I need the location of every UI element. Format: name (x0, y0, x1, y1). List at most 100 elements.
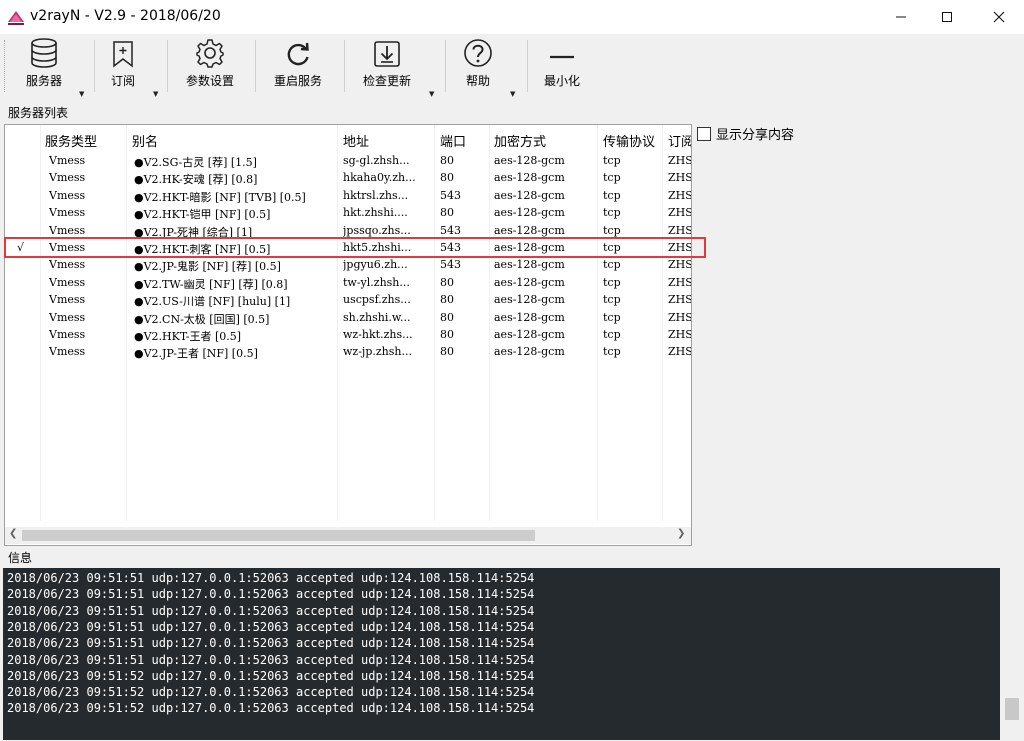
row-subscription: ZHS (668, 275, 692, 289)
servers-dropdown-arrow[interactable]: ▼ (79, 90, 84, 98)
table-row[interactable]: Vmess ●V2.JP-王者 [NF] [0.5] wz-jp.zhsh... 80… (5, 344, 691, 361)
row-subscription: ZHS (668, 258, 692, 272)
row-security: aes-128-gcm (494, 328, 565, 341)
column-header-port[interactable]: 端口 (440, 131, 466, 150)
toolbar-grip[interactable] (4, 40, 8, 92)
row-alias: ●V2.JP-王者 [NF] [0.5] (134, 347, 258, 361)
subscription-dropdown-arrow[interactable]: ▼ (153, 90, 158, 98)
row-address: wz-jp.zhsh... (343, 345, 412, 359)
row-port: 80 (440, 293, 454, 307)
row-subscription: ZHS (668, 328, 692, 341)
row-alias: ●V2.SG-古灵 [荐] [1.5] (134, 156, 257, 169)
download-icon (374, 41, 400, 67)
check-update-dropdown-arrow[interactable]: ▼ (429, 90, 434, 98)
log-scrollbar-thumb[interactable] (1005, 698, 1019, 720)
row-address: uscpsf.zhs... (343, 293, 411, 307)
v2rayn-logo-icon[interactable] (7, 8, 25, 26)
row-subscription: ZHS (668, 293, 692, 307)
row-port: 80 (440, 171, 454, 185)
table-row[interactable]: Vmess ●V2.JP-鬼影 [NF] [荐] [0.5] jpgyu6.zh.… (5, 257, 691, 274)
table-row[interactable]: Vmess ●V2.HK-安魂 [荐] [0.8] hkaha0y.zh... 80 a… (5, 170, 691, 187)
column-header-security[interactable]: 加密方式 (494, 131, 546, 150)
row-network: tcp (603, 206, 621, 220)
help-dropdown-arrow[interactable]: ▼ (510, 90, 515, 98)
row-alias: ●V2.US-川谱 [NF] [hulu] [1] (134, 295, 291, 309)
close-button[interactable] (976, 0, 1022, 34)
row-type: Vmess (49, 293, 86, 307)
help-icon (464, 39, 492, 67)
row-network: tcp (603, 345, 621, 359)
scroll-right-icon[interactable]: ❯ (677, 528, 685, 539)
row-address: sg-gl.zhsh... (343, 154, 410, 167)
column-header-type[interactable]: 服务类型 (45, 131, 97, 150)
table-row[interactable]: Vmess ●V2.SG-古灵 [荐] [1.5] sg-gl.zhsh... 80 a… (5, 153, 691, 170)
maximize-button[interactable] (924, 0, 970, 34)
log-line: 2018/06/23 09:51:51 udp:127.0.0.1:52063 … (7, 587, 535, 602)
table-row[interactable]: Vmess ●V2.HKT-王者 [0.5] wz-hkt.zhs... 80 aes-… (5, 327, 691, 344)
restart-service-button[interactable]: 重启服务 (266, 34, 330, 96)
minimize-to-tray-button[interactable]: 最小化 (536, 34, 588, 96)
refresh-icon (287, 42, 309, 66)
toolbar-separator (94, 40, 95, 92)
row-security: aes-128-gcm (494, 345, 565, 359)
scrollbar-thumb[interactable] (22, 530, 535, 541)
restart-service-label: 重启服务 (273, 74, 322, 88)
log-line: 2018/06/23 09:51:51 udp:127.0.0.1:52063 … (7, 619, 535, 634)
log-line: 2018/06/23 09:51:51 udp:127.0.0.1:52063 … (7, 571, 535, 585)
row-network: tcp (603, 293, 621, 307)
minus-icon (550, 55, 574, 59)
toolbar-separator (445, 40, 446, 92)
show-share-checkbox[interactable] (697, 126, 711, 141)
log-line: 2018/06/23 09:51:51 udp:127.0.0.1:52063 … (7, 603, 535, 618)
servers-button[interactable]: 服务器 (18, 34, 70, 96)
horizontal-scrollbar[interactable]: ❮ ❯ (5, 527, 691, 544)
row-security: aes-128-gcm (494, 310, 565, 324)
log-line: 2018/06/23 09:51:52 udp:127.0.0.1:52063 … (7, 701, 535, 716)
row-security: aes-128-gcm (494, 188, 565, 202)
log-line: 2018/06/23 09:51:52 udp:127.0.0.1:52063 … (7, 685, 535, 700)
log-line: 2018/06/23 09:51:51 udp:127.0.0.1:52063 … (7, 652, 535, 667)
title-bar: v2rayN - V2.9 - 2018/06/20 (0, 0, 1024, 34)
selected-row-highlight (4, 237, 706, 258)
check-update-button[interactable]: 检查更新 (356, 34, 418, 96)
row-alias: ●V2.HKT-王者 [0.5] (134, 330, 242, 343)
show-share-content-option[interactable]: 显示分享内容 (697, 124, 794, 143)
row-port: 543 (440, 258, 461, 272)
row-network: tcp (603, 328, 621, 341)
table-row[interactable]: Vmess ●V2.US-川谱 [NF] [hulu] [1] uscpsf.zhs… (5, 292, 691, 309)
row-alias: ●V2.TW-幽灵 [NF] [荐] [0.8] (134, 277, 288, 291)
row-alias: ●V2.JP-鬼影 [NF] [荐] [0.5] (134, 260, 281, 274)
minimize-icon (896, 16, 906, 18)
log-panel[interactable]: 2018/06/23 09:51:51 udp:127.0.0.1:52063 … (3, 568, 1000, 740)
column-header-alias[interactable]: 别名 (132, 131, 158, 150)
table-row[interactable]: Vmess ●V2.HKT-暗影 [NF] [TVB] [0.5] hktrsl.z… (5, 188, 691, 205)
subscription-button-label: 订阅 (110, 74, 135, 88)
row-address: hkaha0y.zh... (343, 171, 416, 185)
column-header-address[interactable]: 地址 (343, 131, 369, 150)
toolbar-separator (167, 40, 168, 92)
minimize-button[interactable] (878, 0, 924, 34)
column-header-network[interactable]: 传输协议 (603, 131, 655, 150)
help-button[interactable]: 帮助 (456, 34, 500, 96)
table-row[interactable]: Vmess ●V2.CN-太极 [回国] [0.5] sh.zhshi.w... 80… (5, 310, 691, 327)
row-type: Vmess (49, 310, 86, 324)
row-network: tcp (603, 154, 621, 167)
column-header-subscription[interactable]: 订阅 (668, 131, 691, 150)
row-security: aes-128-gcm (494, 171, 565, 185)
minimize-to-tray-label: 最小化 (543, 74, 580, 88)
row-subscription: ZHS (668, 310, 692, 324)
row-security: aes-128-gcm (494, 275, 565, 289)
subscription-button[interactable]: 订阅 (100, 34, 146, 96)
servers-button-label: 服务器 (25, 74, 62, 88)
table-row[interactable]: Vmess ●V2.TW-幽灵 [NF] [荐] [0.8] tw-yl.zhsh.… (5, 275, 691, 292)
settings-button[interactable]: 参数设置 (178, 34, 242, 96)
row-address: hkt.zhshi.... (343, 206, 408, 220)
toolbar: 服务器 ▼ 订阅 ▼ 参数设置 重启服务 检查更新 ▼ 帮助 ▼ 最小化 (0, 34, 1024, 100)
table-row[interactable]: Vmess ●V2.HKT-铠甲 [NF] [0.5] hkt.zhshi.... 8… (5, 205, 691, 222)
database-icon (31, 38, 57, 68)
show-share-label: 显示分享内容 (716, 128, 795, 143)
row-network: tcp (603, 188, 621, 202)
log-vertical-scrollbar[interactable] (1002, 568, 1022, 740)
row-address: jpssqo.zhs... (343, 223, 411, 237)
scroll-left-icon[interactable]: ❮ (9, 528, 17, 539)
